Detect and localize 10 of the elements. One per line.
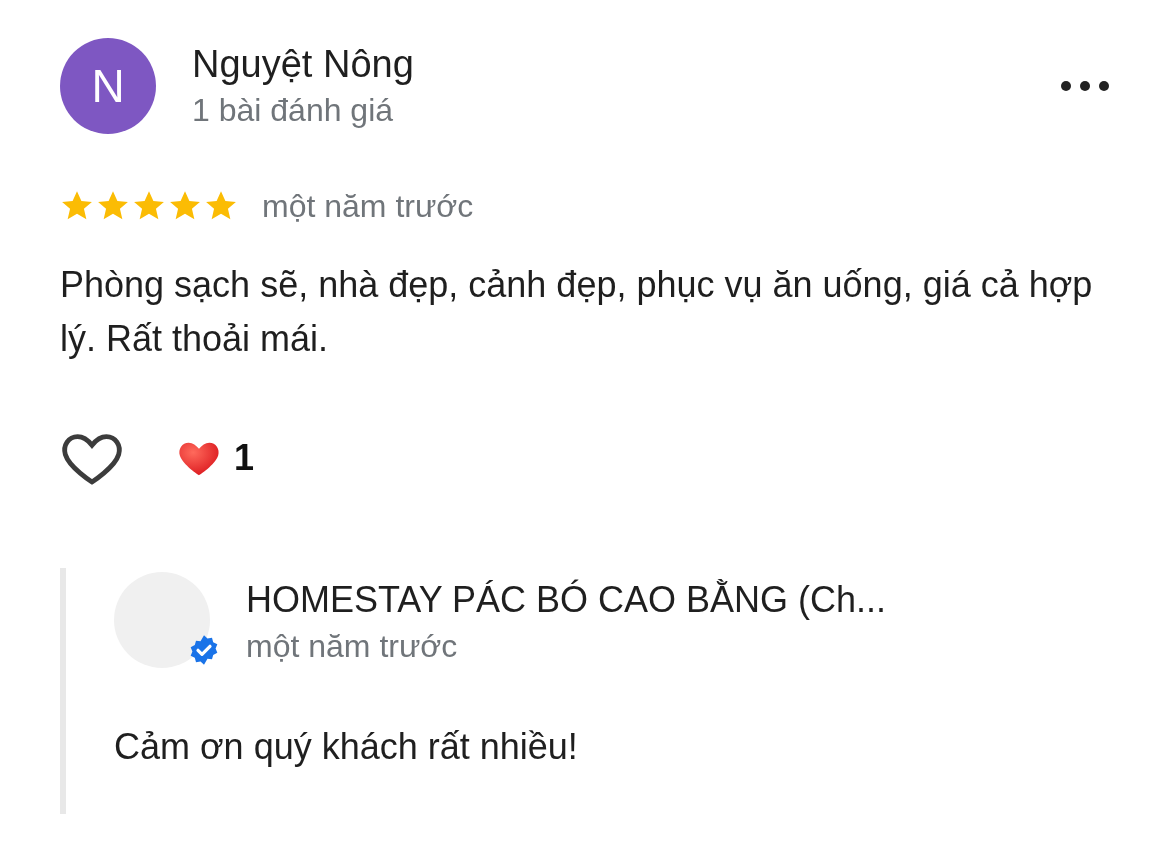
more-icon[interactable]	[1060, 80, 1110, 92]
avatar: N	[60, 38, 156, 134]
reaction-count: 1	[234, 437, 255, 479]
reply-time: một năm trước	[246, 627, 459, 666]
owner-name: HOMESTAY PÁC BÓ CAO BẰNG (Ch...	[246, 578, 888, 622]
reply-text: Cảm ơn quý khách rất nhiều!	[114, 725, 579, 769]
author-name[interactable]: Nguyệt Nông	[192, 40, 1060, 88]
review-text: Phòng sạch sẽ, nhà đẹp, cảnh đẹp, phục vụ ăn uống, giá cả hợp lý. Rất thoải mái.	[60, 263, 1094, 361]
review-time: một năm trước	[262, 187, 474, 226]
review-count: 1 bài đánh giá	[192, 91, 395, 130]
